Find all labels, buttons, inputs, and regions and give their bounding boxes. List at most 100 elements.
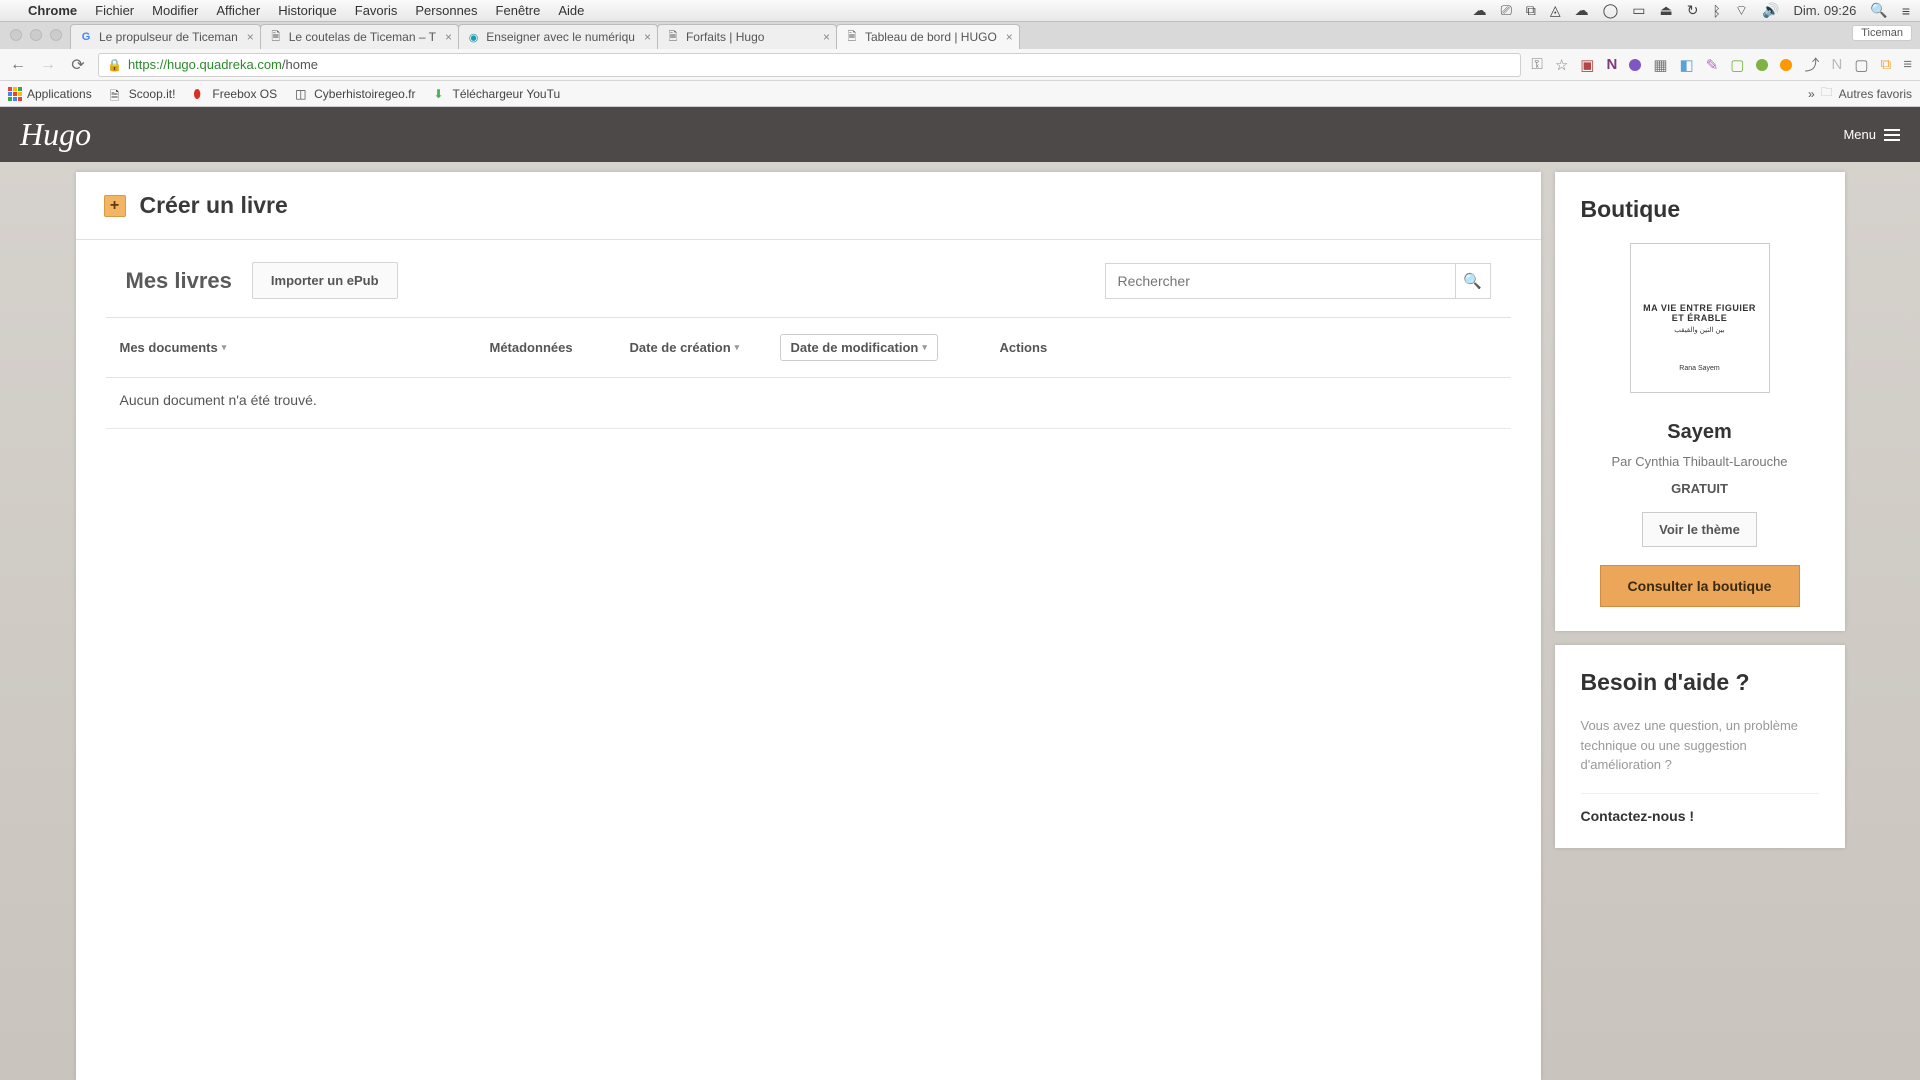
column-label: Date de création bbox=[630, 340, 731, 355]
status-wifi-icon[interactable]: ⌔ bbox=[1735, 2, 1748, 20]
menu-label: Menu bbox=[1843, 127, 1876, 142]
ext-send-icon[interactable]: ⤴ bbox=[1804, 54, 1819, 75]
status-dropbox-icon[interactable]: ⧉ bbox=[1526, 2, 1536, 19]
cover-author: Rana Sayem bbox=[1679, 365, 1719, 372]
column-label: Date de modification bbox=[791, 340, 919, 355]
book-cover[interactable]: MA VIE ENTRE FIGUIER ET ÉRABLE بين التين… bbox=[1630, 243, 1770, 393]
table-header-row: Mes documents ▾ Métadonnées Date de créa… bbox=[106, 317, 1511, 378]
nav-reload-icon[interactable]: ⟳ bbox=[68, 55, 88, 75]
chrome-menu-icon[interactable]: ≡ bbox=[1903, 56, 1912, 73]
browser-tab[interactable]: ◉ Enseigner avec le numériqu × bbox=[458, 24, 658, 49]
import-epub-button[interactable]: Importer un ePub bbox=[252, 262, 398, 299]
column-header-created[interactable]: Date de création ▾ bbox=[630, 340, 780, 355]
column-header-modified[interactable]: Date de modification ▾ bbox=[780, 334, 970, 361]
bookmark-overflow-icon[interactable]: » bbox=[1808, 87, 1815, 101]
browser-tab[interactable]: G Le propulseur de Ticeman × bbox=[70, 24, 261, 49]
mac-menu-file[interactable]: Fichier bbox=[95, 3, 134, 18]
status-bluetooth-icon[interactable]: ᛒ bbox=[1713, 3, 1721, 19]
mac-menu-people[interactable]: Personnes bbox=[415, 3, 477, 18]
ext-onenote-icon[interactable]: N bbox=[1606, 56, 1617, 73]
column-header-documents[interactable]: Mes documents ▾ bbox=[120, 340, 490, 355]
mac-menu-history[interactable]: Historique bbox=[278, 3, 337, 18]
ext-photo-icon[interactable]: ◧ bbox=[1680, 56, 1694, 74]
bookmark-star-icon[interactable]: ☆ bbox=[1555, 56, 1568, 74]
folder-icon: 🗀 bbox=[1821, 83, 1833, 104]
search-icon: 🔍 bbox=[1463, 272, 1482, 290]
tab-close-icon[interactable]: × bbox=[644, 30, 651, 44]
status-timemachine-icon[interactable]: ↻ bbox=[1687, 2, 1699, 19]
status-airplay-icon[interactable]: ▭ bbox=[1632, 2, 1645, 19]
bookmark-item[interactable]: 🗎Scoop.it! bbox=[110, 87, 176, 101]
window-zoom-icon[interactable] bbox=[50, 29, 62, 41]
other-bookmarks[interactable]: Autres favoris bbox=[1839, 87, 1912, 101]
app-menu-button[interactable]: Menu bbox=[1843, 127, 1900, 142]
help-card: Besoin d'aide ? Vous avez une question, … bbox=[1555, 645, 1845, 848]
spotlight-icon[interactable]: 🔍 bbox=[1870, 2, 1887, 19]
ext-box-icon[interactable]: ▢ bbox=[1854, 56, 1868, 74]
ext-square-icon[interactable]: ▢ bbox=[1730, 56, 1744, 74]
empty-state-message: Aucun document n'a été trouvé. bbox=[106, 378, 1511, 429]
chevron-down-icon: ▾ bbox=[922, 342, 927, 353]
status-cloud-icon[interactable]: ☁ bbox=[1473, 2, 1487, 19]
visit-shop-button[interactable]: Consulter la boutique bbox=[1600, 565, 1800, 607]
status-sync-icon[interactable]: ☁ bbox=[1575, 2, 1589, 19]
ext-dot-icon[interactable] bbox=[1629, 59, 1641, 71]
ext-pencil-icon[interactable]: ✎ bbox=[1706, 56, 1719, 74]
chrome-profile-chip[interactable]: Ticeman bbox=[1852, 25, 1912, 41]
ext-key-icon[interactable]: ⚿ bbox=[1531, 56, 1542, 73]
search-button[interactable]: 🔍 bbox=[1455, 263, 1491, 299]
browser-tab[interactable]: 🗎 Le coutelas de Ticeman – T × bbox=[260, 24, 459, 49]
mac-menu-edit[interactable]: Modifier bbox=[152, 3, 198, 18]
mac-menu-window[interactable]: Fenêtre bbox=[496, 3, 541, 18]
book-price: GRATUIT bbox=[1581, 481, 1819, 496]
browser-tab[interactable]: 🗎 Forfaits | Hugo × bbox=[657, 24, 837, 49]
nav-forward-icon[interactable]: → bbox=[38, 56, 58, 74]
bookmark-item[interactable]: ◫Cyberhistoiregeo.fr bbox=[295, 87, 415, 101]
status-eject-icon[interactable]: ⏏ bbox=[1660, 2, 1673, 19]
hamburger-icon bbox=[1884, 129, 1900, 141]
tab-close-icon[interactable]: × bbox=[1006, 30, 1013, 44]
help-text: Vous avez une question, un problème tech… bbox=[1581, 716, 1819, 775]
window-controls[interactable] bbox=[10, 29, 62, 41]
create-book-bar[interactable]: + Créer un livre bbox=[76, 172, 1541, 240]
ext-rss-icon[interactable]: ⧉ bbox=[1881, 56, 1892, 73]
status-circle-icon[interactable]: ◯ bbox=[1603, 2, 1619, 19]
status-clock[interactable]: Dim. 09:26 bbox=[1794, 3, 1857, 18]
tab-label: Le propulseur de Ticeman bbox=[99, 30, 238, 44]
status-display-icon[interactable]: ⎚ bbox=[1501, 2, 1512, 19]
bookmark-label: Applications bbox=[27, 87, 92, 101]
status-volume-icon[interactable]: 🔊 bbox=[1762, 2, 1779, 19]
tab-close-icon[interactable]: × bbox=[823, 30, 830, 44]
chevron-down-icon: ▾ bbox=[735, 342, 740, 353]
ext-camera-icon[interactable]: ▣ bbox=[1580, 56, 1594, 74]
tab-label: Le coutelas de Ticeman – T bbox=[289, 30, 436, 44]
view-theme-button[interactable]: Voir le thème bbox=[1642, 512, 1757, 547]
mac-menu-view[interactable]: Afficher bbox=[216, 3, 260, 18]
column-label: Actions bbox=[1000, 340, 1048, 355]
nav-back-icon[interactable]: ← bbox=[8, 56, 28, 74]
tab-close-icon[interactable]: × bbox=[247, 30, 254, 44]
column-label: Mes documents bbox=[120, 340, 218, 355]
column-header-metadata: Métadonnées bbox=[490, 340, 630, 355]
bookmark-item[interactable]: ⬮Freebox OS bbox=[193, 87, 277, 101]
ext-dot-green-icon[interactable] bbox=[1756, 59, 1768, 71]
search-input[interactable] bbox=[1105, 263, 1455, 299]
bookmark-apps[interactable]: Applications bbox=[8, 87, 92, 101]
cover-title: MA VIE ENTRE FIGUIER ET ÉRABLE bbox=[1641, 303, 1759, 323]
mac-menu-help[interactable]: Aide bbox=[558, 3, 584, 18]
url-bar[interactable]: 🔒 https://hugo.quadreka.com/home bbox=[98, 53, 1521, 77]
ext-n-icon[interactable]: N bbox=[1831, 56, 1842, 73]
window-minimize-icon[interactable] bbox=[30, 29, 42, 41]
app-logo[interactable]: Hugo bbox=[20, 116, 91, 153]
ext-grid-icon[interactable]: ▦ bbox=[1653, 56, 1667, 74]
tab-close-icon[interactable]: × bbox=[445, 30, 452, 44]
browser-tab-active[interactable]: 🗎 Tableau de bord | HUGO × bbox=[836, 24, 1020, 49]
ext-dot-orange-icon[interactable] bbox=[1780, 59, 1792, 71]
status-drive-icon[interactable]: ◬ bbox=[1550, 2, 1561, 19]
mac-app-name[interactable]: Chrome bbox=[28, 3, 77, 18]
bookmark-item[interactable]: ⬇Téléchargeur YouTu bbox=[434, 87, 561, 101]
window-close-icon[interactable] bbox=[10, 29, 22, 41]
contact-us-link[interactable]: Contactez-nous ! bbox=[1581, 793, 1819, 824]
mac-menu-bookmarks[interactable]: Favoris bbox=[355, 3, 398, 18]
notification-center-icon[interactable]: ≡ bbox=[1902, 3, 1910, 19]
